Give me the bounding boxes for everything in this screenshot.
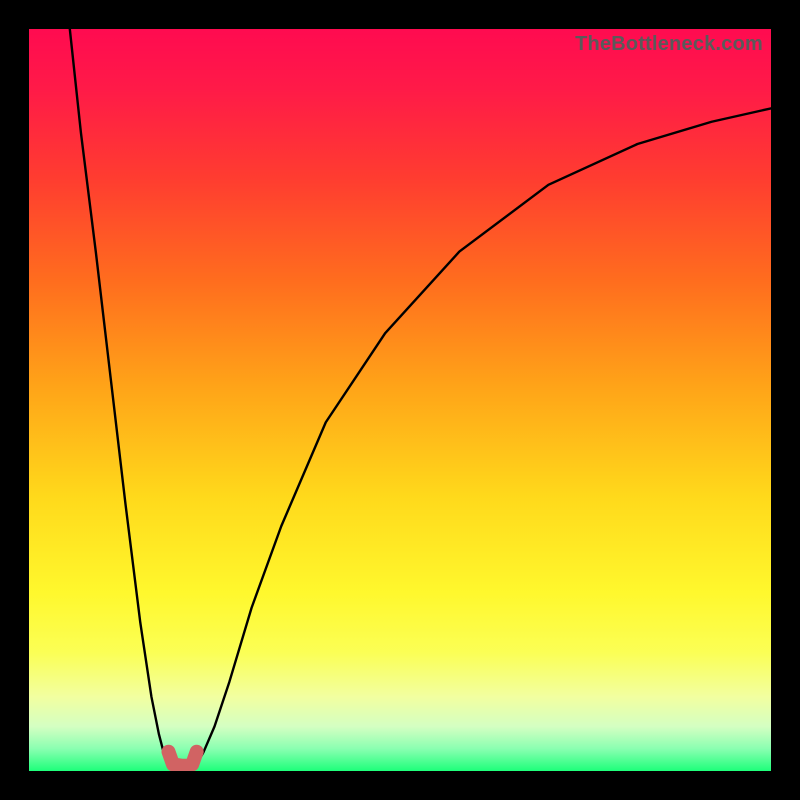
watermark-text: TheBottleneck.com: [575, 33, 763, 56]
curve-layer: [29, 29, 771, 771]
optimum-marker: [169, 752, 197, 766]
curve-right-branch: [194, 108, 771, 765]
chart-frame: TheBottleneck.com: [0, 0, 800, 800]
plot-area: TheBottleneck.com: [29, 29, 771, 771]
curve-left-branch: [70, 29, 172, 765]
